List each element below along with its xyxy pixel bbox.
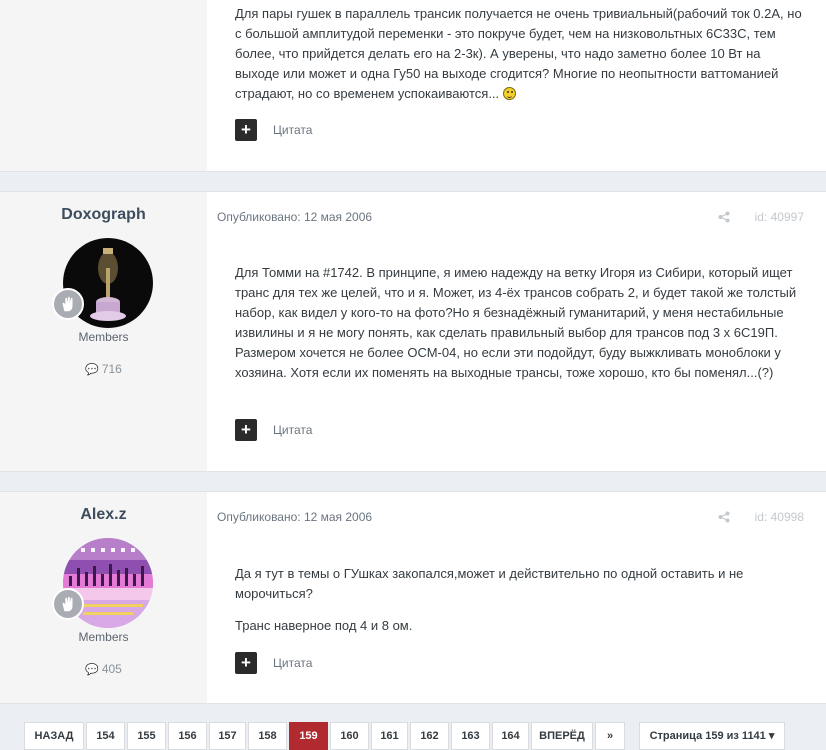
- page-156[interactable]: 156: [168, 722, 207, 750]
- member-group: Members: [78, 330, 129, 344]
- smiley-icon: [502, 87, 516, 100]
- multiquote-button[interactable]: +: [235, 652, 257, 674]
- next-page-button[interactable]: ВПЕРЁД: [531, 722, 593, 750]
- page-159-current[interactable]: 159: [289, 722, 328, 750]
- author-column: Doxograph Members 💬 716: [0, 192, 207, 471]
- quote-button[interactable]: Цитата: [273, 423, 312, 437]
- author-name[interactable]: Alex.z: [0, 506, 207, 524]
- page-161[interactable]: 161: [371, 722, 408, 750]
- post-text: Для Томми на #1742. В принципе, я имею н…: [235, 265, 797, 380]
- multiquote-button[interactable]: +: [235, 119, 257, 141]
- author-column: [0, 0, 207, 171]
- post-1: Для пары гушек в параллель трансик получ…: [0, 0, 826, 172]
- author-column: Alex.z Members 💬 405: [0, 492, 207, 703]
- author-name[interactable]: Doxograph: [0, 206, 207, 224]
- page-157[interactable]: 157: [209, 722, 246, 750]
- rank-badge: [52, 288, 84, 320]
- page-164[interactable]: 164: [492, 722, 529, 750]
- post-content: Опубликовано: 12 мая 2006 id: 40997 Для …: [207, 192, 826, 471]
- prev-page-button[interactable]: НАЗАД: [24, 722, 84, 750]
- page-155[interactable]: 155: [127, 722, 166, 750]
- rank-badge: [52, 588, 84, 620]
- post-id[interactable]: id: 40997: [755, 210, 804, 224]
- page-160[interactable]: 160: [330, 722, 369, 750]
- comment-icon: 💬: [85, 664, 99, 676]
- page-158[interactable]: 158: [248, 722, 287, 750]
- chevron-down-icon: ▾: [768, 730, 775, 742]
- post-3: Alex.z Members 💬 405 Опубликовано: 12 ма…: [0, 491, 826, 704]
- post-content: Для пары гушек в параллель трансик получ…: [207, 0, 826, 171]
- member-group: Members: [78, 630, 129, 644]
- page-jump-dropdown[interactable]: Страница 159 из 1141 ▾: [639, 722, 785, 750]
- comment-icon: 💬: [85, 364, 99, 376]
- post-text: Да я тут в темы о ГУшках закопался,может…: [235, 566, 744, 601]
- page-163[interactable]: 163: [451, 722, 490, 750]
- quote-button[interactable]: Цитата: [273, 656, 312, 670]
- post-id[interactable]: id: 40998: [755, 510, 804, 524]
- page-162[interactable]: 162: [410, 722, 449, 750]
- page-154[interactable]: 154: [86, 722, 125, 750]
- share-icon[interactable]: [718, 211, 730, 223]
- hand-icon: [62, 296, 73, 312]
- page-info: Страница 159 из 1141: [649, 730, 766, 742]
- post-count: 💬 405: [85, 662, 122, 676]
- post-date: Опубликовано: 12 мая 2006: [217, 210, 373, 224]
- last-page-button[interactable]: »: [595, 722, 625, 750]
- post-body: Для Томми на #1742. В принципе, я имею н…: [235, 263, 805, 383]
- post-body: Да я тут в темы о ГУшках закопался,может…: [235, 564, 805, 636]
- post-2: Doxograph Members 💬 716 Опубликовано: 12 …: [0, 191, 826, 472]
- post-content: Опубликовано: 12 мая 2006 id: 40998 Да я…: [207, 492, 826, 703]
- post-text: Транс наверное под 4 и 8 ом.: [235, 618, 413, 633]
- pagination: НАЗАД 154 155 156 157 158 159 160 161 16…: [0, 722, 826, 750]
- post-body: Для пары гушек в параллель трансик получ…: [235, 4, 805, 104]
- multiquote-button[interactable]: +: [235, 419, 257, 441]
- quote-button[interactable]: Цитата: [273, 123, 312, 137]
- post-text: Для пары гушек в параллель трансик получ…: [235, 6, 802, 101]
- post-date: Опубликовано: 12 мая 2006: [217, 510, 373, 524]
- hand-icon: [62, 596, 73, 612]
- post-count: 💬 716: [85, 362, 122, 376]
- share-icon[interactable]: [718, 511, 730, 523]
